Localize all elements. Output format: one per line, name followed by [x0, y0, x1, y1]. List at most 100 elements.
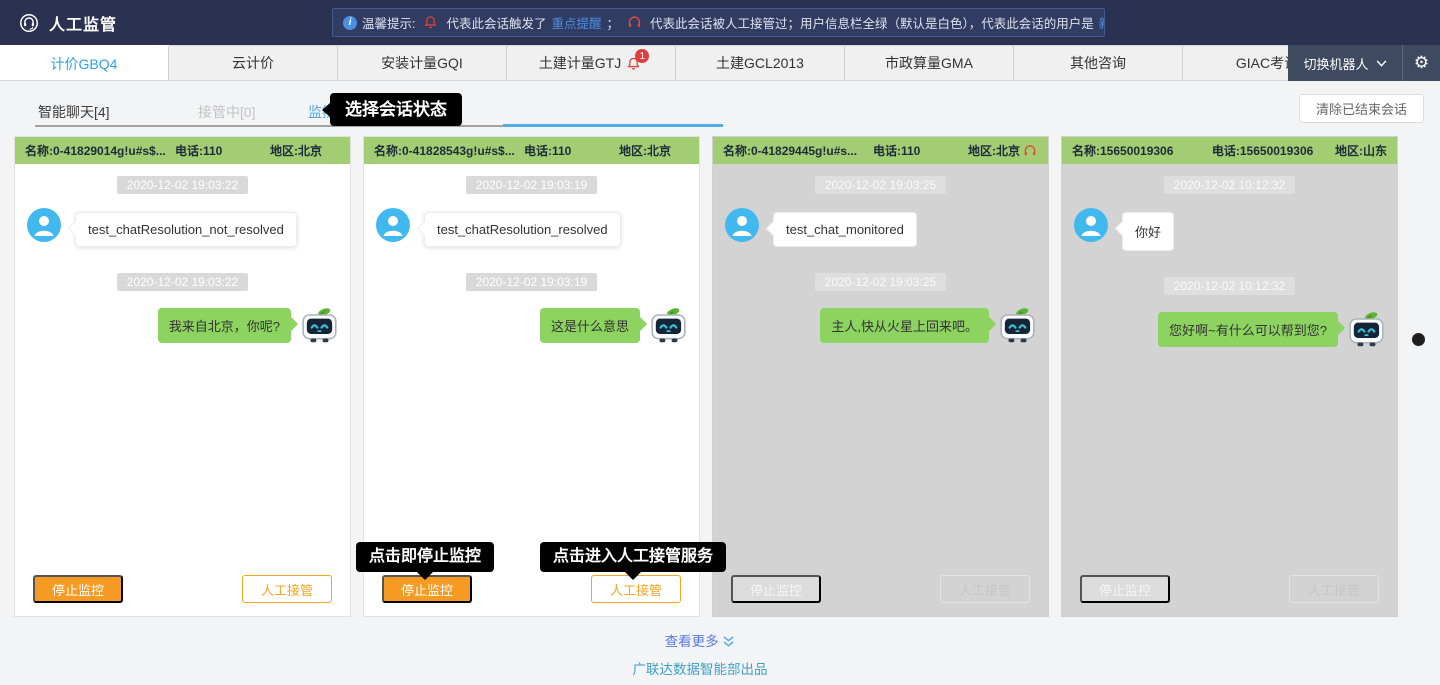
session-card-3: 名称:0-41829445g!u#s... 电话:110 地区:北京 2020-…: [712, 136, 1049, 617]
timestamp: 2020-12-02 19:03:19: [466, 273, 597, 291]
gear-icon: ⚙: [1414, 53, 1429, 73]
clear-ended-sessions-button[interactable]: 清除已结束会话: [1299, 94, 1424, 123]
tip-seg2: 代表此会话被人工接管过；用户信息栏全绿（默认是白色），代表此会话的用户是: [650, 13, 1094, 32]
user-avatar: [376, 208, 410, 242]
callout-stop-monitoring: 点击即停止监控: [356, 542, 494, 572]
tab-cloud-pricing[interactable]: 云计价: [169, 45, 338, 80]
manual-takeover-button[interactable]: 人工接管: [940, 575, 1030, 603]
manual-takeover-button[interactable]: 人工接管: [1289, 575, 1379, 603]
tab-gbq4[interactable]: 计价GBQ4: [0, 45, 169, 80]
user-info-bar: 名称:0-41828543g!u#s$... 电话:110 地区:北京: [364, 137, 699, 164]
tab-gma[interactable]: 市政算量GMA: [845, 45, 1014, 80]
user-name: 名称:0-41829445g!u#s...: [723, 142, 873, 159]
robot-avatar: [1347, 311, 1387, 347]
user-phone: 电话:110: [873, 142, 968, 159]
tab-label: 其他咨询: [1070, 53, 1126, 73]
session-card-4: 名称:15650019306 电话:15650019306 地区:山东 2020…: [1061, 136, 1398, 617]
user-avatar: [1074, 208, 1108, 242]
chevron-down-icon: [1376, 60, 1387, 67]
callout-arrow: [417, 572, 433, 580]
tip-link-newuser[interactable]: 新用户: [1099, 13, 1105, 32]
user-phone: 电话:110: [524, 142, 619, 159]
robot-avatar: [300, 307, 340, 343]
double-chevron-down-icon: [722, 636, 735, 648]
session-card-1: 名称:0-41829014g!u#s$... 电话:110 地区:北京 2020…: [14, 136, 351, 617]
timestamp: 2020-12-02 10:12:32: [1164, 277, 1295, 295]
bot-message-bubble: 这是什么意思: [540, 308, 640, 343]
timestamp: 2020-12-02 19:03:22: [117, 176, 248, 194]
user-avatar: [27, 208, 61, 242]
tab-other[interactable]: 其他咨询: [1014, 45, 1183, 80]
manual-takeover-button[interactable]: 人工接管: [242, 575, 332, 603]
tip-label: 温馨提示:: [362, 13, 415, 32]
user-avatar: [725, 208, 759, 242]
user-region: 地区:北京: [968, 142, 1022, 159]
chat-transcript[interactable]: 2020-12-02 19:03:22 test_chatResolution_…: [15, 164, 350, 575]
tab-label: 计价GBQ4: [51, 54, 118, 74]
user-message-row: test_chatResolution_resolved: [364, 208, 699, 247]
callout-session-status: 选择会话状态: [330, 93, 462, 126]
tab-gcl2013[interactable]: 土建GCL2013: [676, 45, 845, 80]
card-actions: 停止监控 人工接管: [1062, 575, 1397, 616]
chat-transcript[interactable]: 2020-12-02 19:03:19 test_chatResolution_…: [364, 164, 699, 575]
chat-transcript[interactable]: 2020-12-02 19:03:25 test_chat_monitored …: [713, 164, 1048, 575]
bell-alert-icon: 1: [625, 53, 643, 73]
bot-message-row: 这是什么意思: [364, 307, 699, 343]
stop-monitoring-button[interactable]: 停止监控: [731, 575, 821, 603]
stop-monitoring-button[interactable]: 停止监控: [1080, 575, 1170, 603]
robot-switcher-label: 切换机器人: [1303, 54, 1368, 73]
user-name: 名称:0-41829014g!u#s$...: [25, 142, 175, 159]
tab-label: 土建GCL2013: [716, 53, 804, 73]
page-title: 人工监管: [49, 11, 117, 35]
chat-transcript[interactable]: 2020-12-02 10:12:32 你好 2020-12-02 10:12:…: [1062, 164, 1397, 575]
tip-link-highlight[interactable]: 重点提醒: [552, 13, 602, 32]
headset-logo-icon: [18, 12, 40, 34]
user-phone: 电话:110: [175, 142, 270, 159]
view-more-link[interactable]: 查看更多: [0, 630, 1400, 650]
settings-gear-button[interactable]: ⚙: [1402, 45, 1440, 81]
tab-gtj[interactable]: 土建计量GTJ 1: [507, 45, 676, 80]
scroll-indicator-dot: [1412, 333, 1425, 346]
timestamp: 2020-12-02 10:12:32: [1164, 176, 1295, 194]
tab-label: 土建计量GTJ: [539, 53, 621, 73]
alert-count-badge: 1: [635, 49, 649, 63]
user-info-bar: 名称:15650019306 电话:15650019306 地区:山东: [1062, 137, 1397, 164]
robot-switcher-button[interactable]: 切换机器人: [1288, 45, 1402, 81]
card-actions: 停止监控 人工接管: [15, 575, 350, 616]
tip-seg1: 代表此会话触发了: [446, 13, 546, 32]
user-name: 名称:15650019306: [1072, 142, 1212, 159]
headset-icon: [626, 14, 643, 31]
view-more-label: 查看更多: [665, 634, 719, 649]
user-message-bubble: test_chatResolution_resolved: [424, 212, 621, 247]
callout-manual-takeover: 点击进入人工接管服务: [540, 542, 726, 572]
callout-text: 选择会话状态: [345, 100, 447, 119]
subtab-taken-over[interactable]: 接管中[0]: [198, 102, 256, 122]
user-info-bar: 名称:0-41829014g!u#s$... 电话:110 地区:北京: [15, 137, 350, 164]
tab-gqi[interactable]: 安装计量GQI: [338, 45, 507, 80]
footer-credit: 广联达数据智能部出品: [0, 658, 1400, 678]
robot-avatar: [998, 307, 1038, 343]
main-area: 智能聊天[4] 接管中[0] 监控中[8] 选择会话状态 清除已结束会话 名称:…: [0, 81, 1440, 685]
subtab-smart-chat[interactable]: 智能聊天[4]: [38, 102, 110, 122]
tip-bar: i 温馨提示: 代表此会话触发了 重点提醒 ； 代表此会话被人工接管过；用户信息…: [332, 8, 1105, 37]
callout-arrow: [625, 572, 641, 580]
tip-sep: ；: [607, 13, 620, 32]
user-region: 地区:山东: [1335, 142, 1387, 159]
bot-message-row: 主人,快从火星上回来吧。: [713, 307, 1048, 343]
bot-message-bubble: 您好啊~有什么可以帮到您?: [1158, 312, 1338, 347]
user-message-row: test_chat_monitored: [713, 208, 1048, 247]
card-actions: 停止监控 人工接管: [713, 575, 1048, 616]
stop-monitoring-button[interactable]: 停止监控: [33, 575, 123, 603]
tab-label: 安装计量GQI: [381, 53, 463, 73]
user-message-bubble: test_chatResolution_not_resolved: [75, 212, 297, 247]
callout-text: 点击即停止监控: [369, 548, 481, 565]
callout-text: 点击进入人工接管服务: [553, 548, 713, 565]
bot-message-row: 您好啊~有什么可以帮到您?: [1062, 311, 1397, 347]
robot-avatar: [649, 307, 689, 343]
user-region: 地区:北京: [270, 142, 340, 159]
takeover-headset-icon: [1022, 143, 1038, 159]
app-header: 人工监管 i 温馨提示: 代表此会话触发了 重点提醒 ； 代表此会话被人工接管过…: [0, 0, 1440, 45]
timestamp: 2020-12-02 19:03:19: [466, 176, 597, 194]
tab-label: 市政算量GMA: [885, 53, 973, 73]
timestamp: 2020-12-02 19:03:22: [117, 273, 248, 291]
